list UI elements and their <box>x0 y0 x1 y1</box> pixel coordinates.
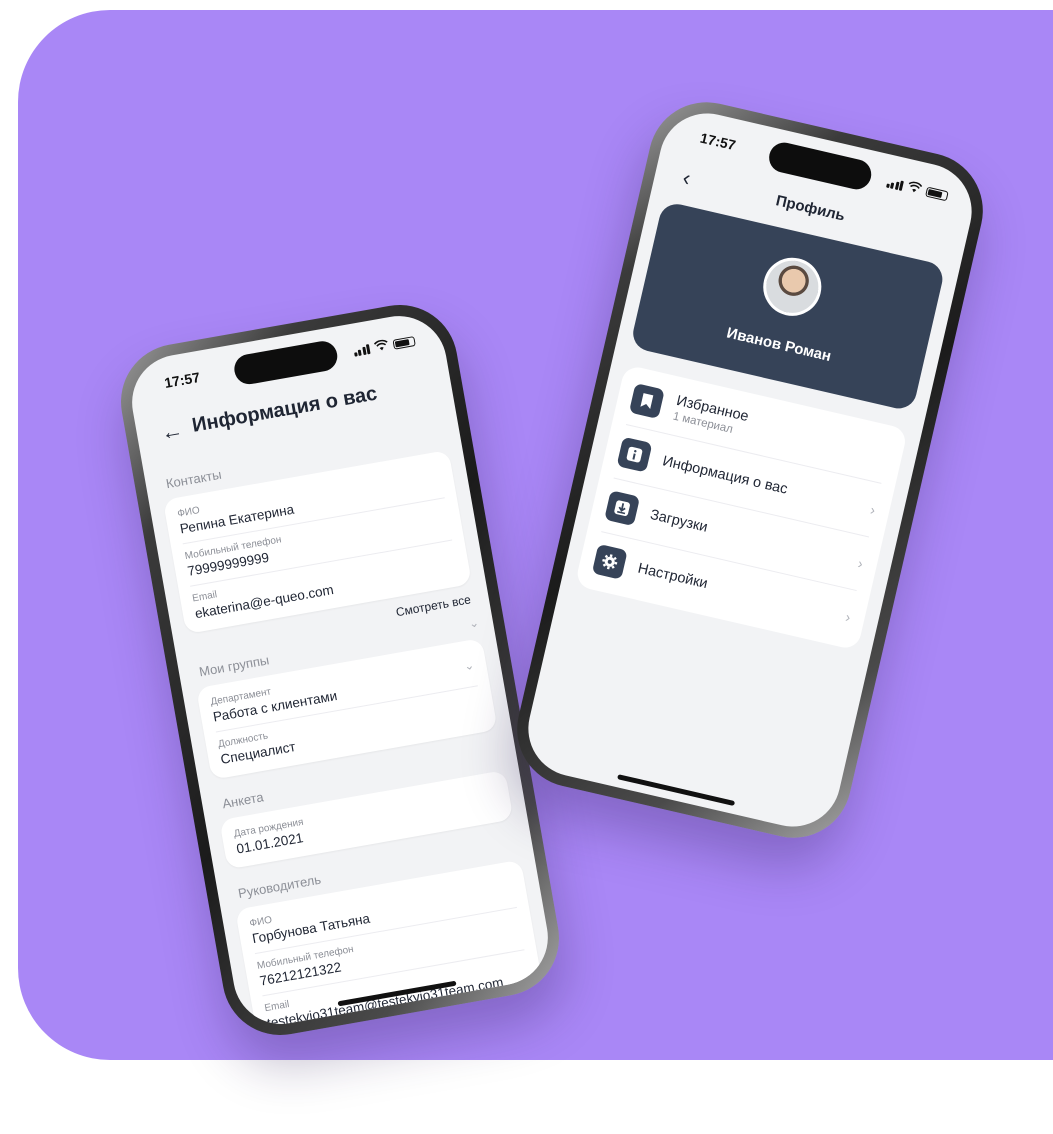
menu-item-text: Загрузки <box>649 507 709 536</box>
chevron-right-icon: › <box>868 501 877 518</box>
avatar[interactable] <box>757 252 828 322</box>
menu-item-text: Избранное 1 материал <box>672 393 750 439</box>
gear-icon <box>591 543 628 580</box>
bookmark-icon <box>628 383 665 420</box>
wifi-icon <box>907 180 923 195</box>
chevron-down-icon[interactable]: ⌄ <box>468 615 480 631</box>
dynamic-island <box>766 139 875 193</box>
chevron-right-icon: › <box>856 554 865 572</box>
back-arrow-icon[interactable]: ← <box>159 417 185 446</box>
status-icons <box>885 176 950 202</box>
page-title: Информация о вас <box>190 382 379 437</box>
info-icon <box>616 436 653 473</box>
battery-icon <box>925 186 949 202</box>
profile-menu: Избранное 1 материал Информация о вас › <box>574 364 909 651</box>
menu-item-label: Загрузки <box>648 506 710 536</box>
status-time: 17:57 <box>698 129 738 154</box>
chevron-down-icon[interactable]: ⌄ <box>463 658 475 674</box>
dynamic-island <box>232 338 340 387</box>
menu-item-text: Настройки <box>636 561 709 593</box>
signal-icon <box>885 178 904 191</box>
wifi-icon <box>373 339 389 353</box>
download-icon <box>604 490 641 527</box>
menu-item-text: Информация о вас <box>661 453 789 497</box>
signal-icon <box>353 344 371 357</box>
menu-item-label: Информация о вас <box>660 453 790 498</box>
menu-item-label: Настройки <box>636 560 710 593</box>
profile-name: Иванов Роман <box>725 324 833 366</box>
status-time: 17:57 <box>163 369 202 391</box>
chevron-right-icon: › <box>844 608 853 626</box>
battery-icon <box>392 336 416 350</box>
home-indicator[interactable] <box>617 774 736 807</box>
groups-section-label: Мои группы <box>197 652 271 680</box>
status-icons <box>352 334 416 357</box>
